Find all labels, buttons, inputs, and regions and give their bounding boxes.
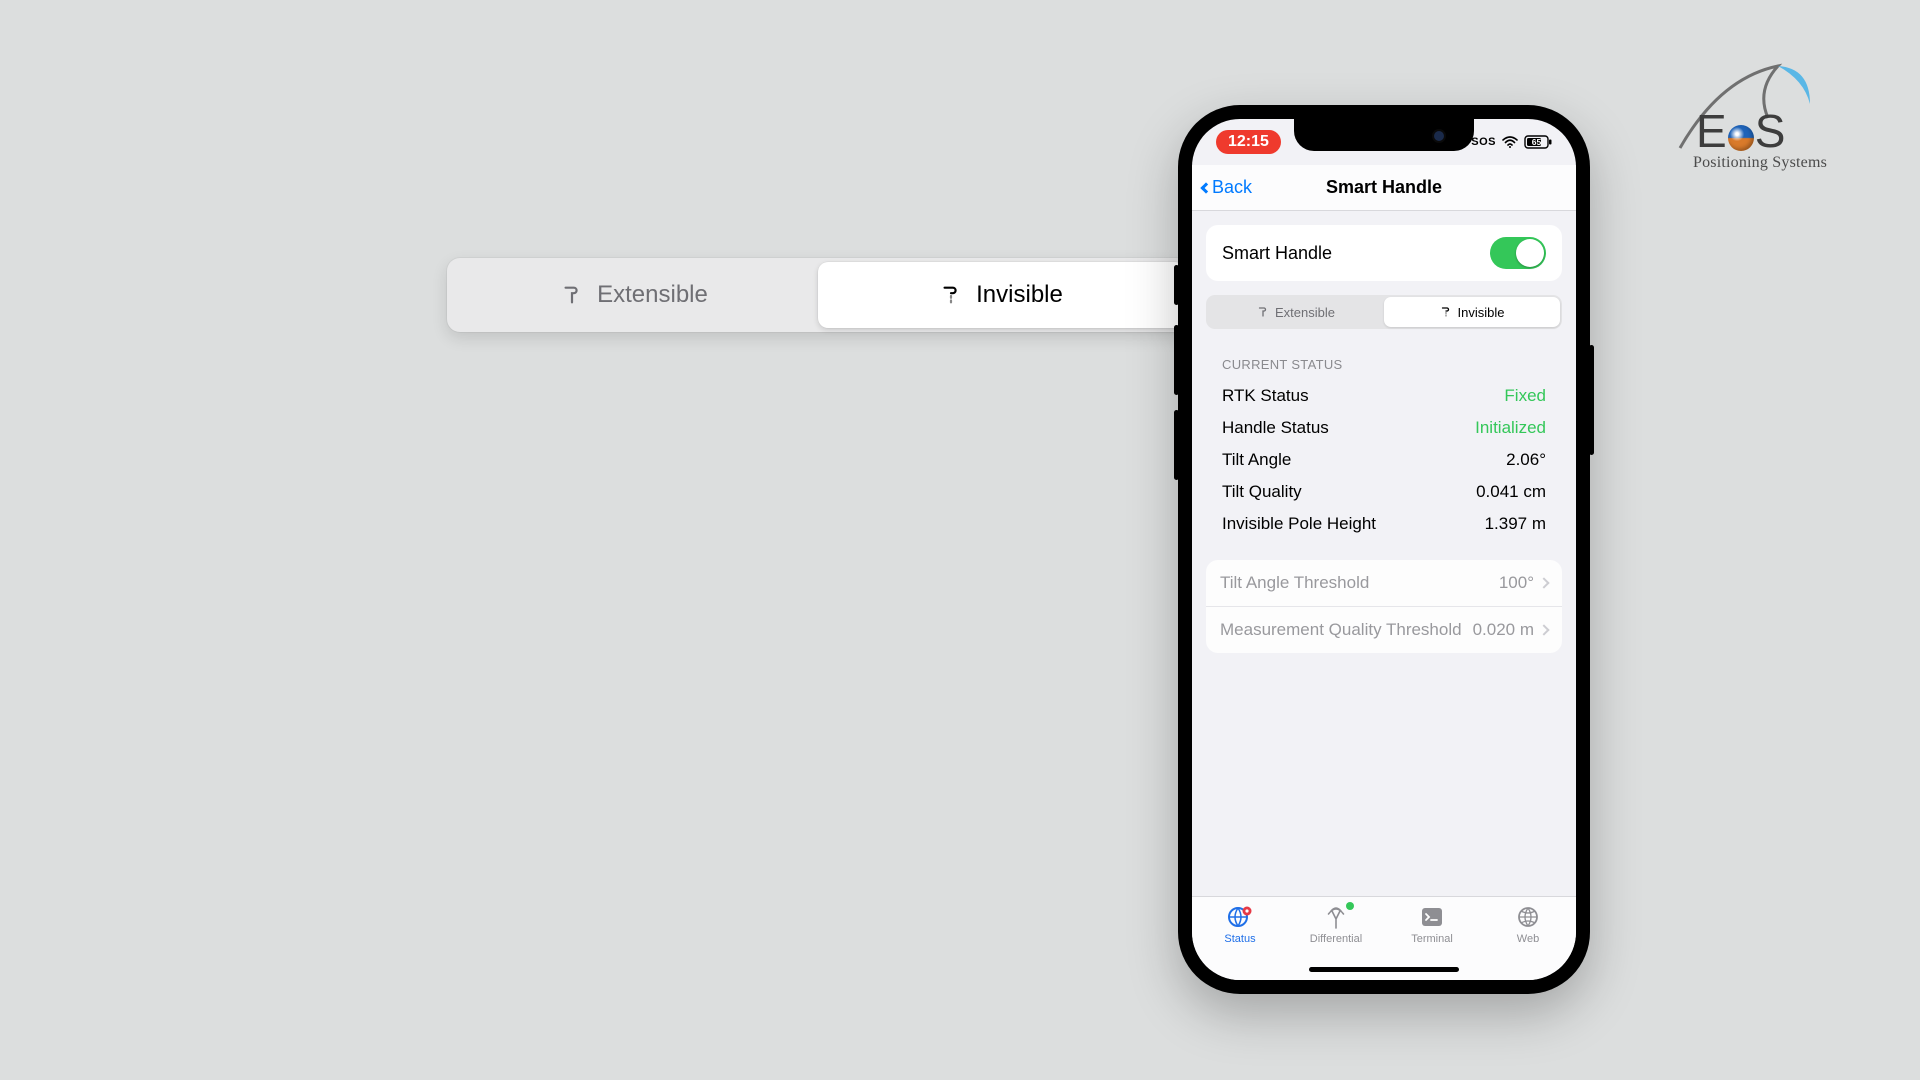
mode-selector-callout: Extensible Invisible: [447, 258, 1189, 332]
pole-invisible-icon: [940, 284, 962, 306]
smart-handle-label: Smart Handle: [1222, 243, 1332, 264]
antenna-icon: [1322, 905, 1350, 929]
pole-extensible-icon: [1257, 306, 1269, 318]
smart-handle-toggle-row: Smart Handle: [1206, 225, 1562, 281]
smart-handle-toggle[interactable]: [1490, 237, 1546, 269]
battery-icon: 65: [1524, 135, 1552, 149]
back-label: Back: [1212, 177, 1252, 198]
brand-globe-icon: [1728, 125, 1754, 151]
nav-bar: Back Smart Handle: [1192, 165, 1576, 211]
chevron-left-icon: [1200, 182, 1211, 193]
tab-status[interactable]: Status: [1195, 905, 1285, 980]
tab-label: Terminal: [1411, 933, 1453, 945]
back-button[interactable]: Back: [1192, 177, 1252, 198]
mode-option-extensible[interactable]: Extensible: [1208, 297, 1384, 327]
status-row: Handle StatusInitialized: [1222, 412, 1546, 444]
phone-notch: [1294, 119, 1474, 151]
mode-option-label: Invisible: [1458, 305, 1505, 320]
svg-text:65: 65: [1532, 137, 1542, 147]
mode-option-label: Extensible: [1275, 305, 1335, 320]
tab-badge-dot: [1346, 902, 1354, 910]
phone-mockup: 12:15 SOS 65 Back Smart: [1178, 105, 1590, 994]
threshold-value: 100°: [1499, 573, 1534, 593]
current-status-list: RTK StatusFixed Handle StatusInitialized…: [1206, 380, 1562, 540]
mode-option-invisible[interactable]: Invisible: [1384, 297, 1560, 327]
thresholds-card: Tilt Angle Threshold 100° Measurement Qu…: [1206, 560, 1562, 653]
tab-label: Web: [1517, 933, 1539, 945]
pole-invisible-icon: [1440, 306, 1452, 318]
brand-logo: ES Positioning Systems: [1660, 60, 1860, 172]
mode-selector: Extensible Invisible: [1206, 295, 1562, 329]
mode-option-invisible[interactable]: Invisible: [818, 262, 1185, 328]
mode-option-label: Invisible: [976, 281, 1063, 309]
tab-web[interactable]: Web: [1483, 905, 1573, 980]
globe-pin-icon: [1226, 905, 1254, 929]
status-sos: SOS: [1471, 136, 1496, 148]
threshold-label: Tilt Angle Threshold: [1220, 573, 1369, 593]
mode-option-label: Extensible: [597, 281, 708, 309]
measurement-quality-threshold-row[interactable]: Measurement Quality Threshold 0.020 m: [1206, 607, 1562, 653]
mode-option-extensible[interactable]: Extensible: [451, 262, 818, 328]
threshold-label: Measurement Quality Threshold: [1220, 620, 1462, 640]
tilt-angle-threshold-row[interactable]: Tilt Angle Threshold 100°: [1206, 560, 1562, 607]
tab-label: Differential: [1310, 933, 1362, 945]
status-row: Tilt Angle2.06°: [1222, 444, 1546, 476]
status-row: RTK StatusFixed: [1222, 380, 1546, 412]
current-status-header: CURRENT STATUS: [1206, 329, 1562, 380]
wifi-icon: [1502, 136, 1518, 148]
chevron-right-icon: [1538, 577, 1549, 588]
status-row: Tilt Quality0.041 cm: [1222, 476, 1546, 508]
threshold-value: 0.020 m: [1473, 620, 1534, 640]
terminal-icon: [1418, 905, 1446, 929]
tab-label: Status: [1224, 933, 1255, 945]
home-indicator: [1309, 967, 1459, 972]
status-row: Invisible Pole Height1.397 m: [1222, 508, 1546, 540]
pole-extensible-icon: [561, 284, 583, 306]
web-globe-icon: [1514, 905, 1542, 929]
chevron-right-icon: [1538, 624, 1549, 635]
status-time-pill: 12:15: [1216, 130, 1281, 154]
